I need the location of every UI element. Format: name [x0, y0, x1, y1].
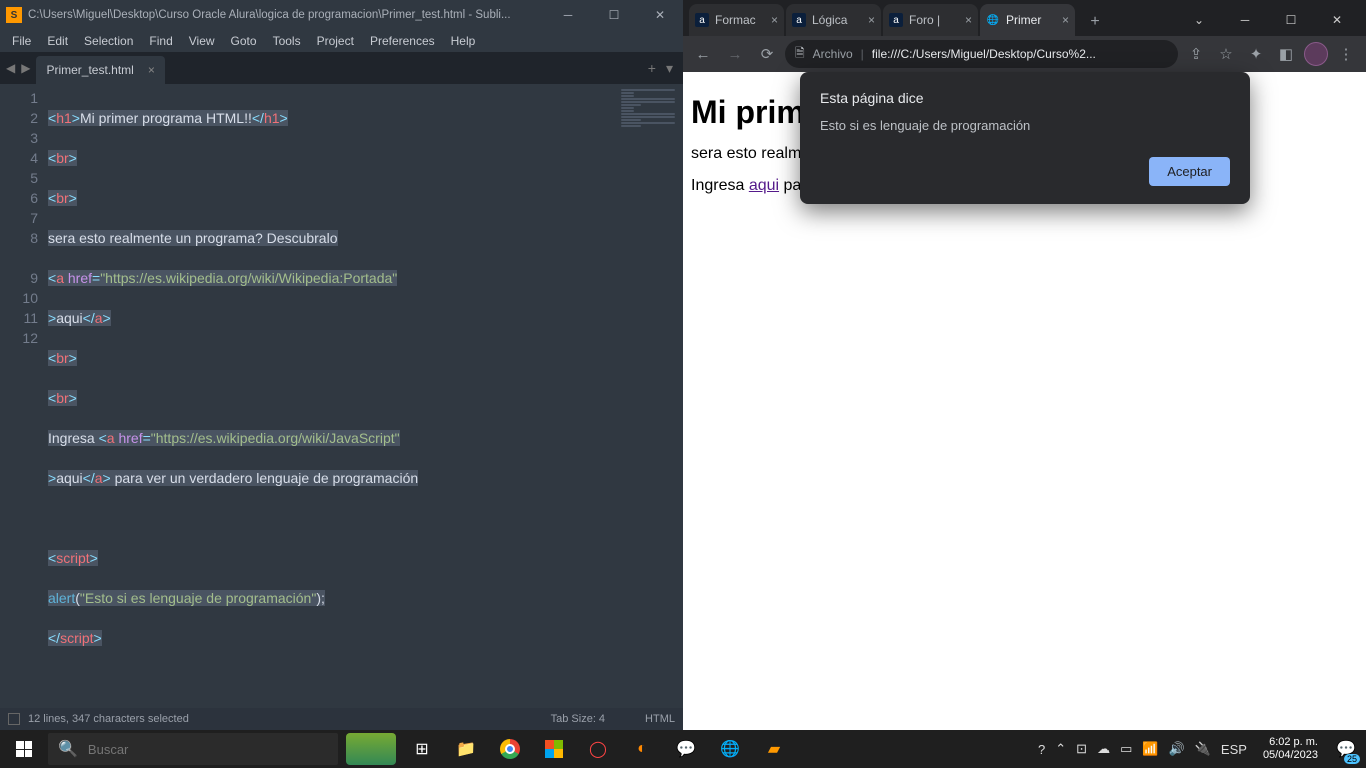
back-button[interactable]: ←	[689, 40, 717, 68]
favicon-alura-icon: a	[792, 13, 806, 27]
menu-edit[interactable]: Edit	[39, 32, 76, 50]
search-input[interactable]	[88, 742, 328, 757]
chrome-tabstrip: aFormac× aLógica× aForo |× 🌐Primer× + ⌄ …	[683, 0, 1366, 36]
volume-icon[interactable]: 🔊	[1169, 741, 1185, 757]
minimize-button[interactable]: ─	[545, 0, 591, 30]
sublime-taskbar-icon[interactable]: ▰	[752, 730, 796, 768]
menu-find[interactable]: Find	[141, 32, 180, 50]
dialog-message: Esto si es lenguaje de programación	[820, 118, 1230, 133]
menu-help[interactable]: Help	[443, 32, 484, 50]
power-icon[interactable]: 🔌	[1195, 741, 1211, 757]
sublime-title-text: C:\Users\Miguel\Desktop\Curso Oracle Alu…	[28, 9, 511, 21]
chrome-toolbar: ← → ⟳ 🗎 Archivo | file:///C:/Users/Migue…	[683, 36, 1366, 72]
meet-now-icon[interactable]: ⊡	[1076, 741, 1087, 757]
language-indicator[interactable]: ESP	[1221, 742, 1247, 757]
taskbar-search[interactable]: 🔍	[48, 733, 338, 765]
sublime-menubar: File Edit Selection Find View Goto Tools…	[0, 30, 683, 52]
status-selection: 12 lines, 347 characters selected	[28, 713, 189, 725]
edge-icon[interactable]: 🌐	[708, 730, 752, 768]
new-tab-button[interactable]: +	[1081, 8, 1109, 36]
opera-icon[interactable]: ◯	[576, 730, 620, 768]
panel-toggle-icon[interactable]	[8, 713, 20, 725]
search-icon: 🔍	[58, 739, 78, 759]
favicon-alura-icon: a	[695, 13, 709, 27]
bookmark-icon[interactable]: ☆	[1212, 40, 1240, 68]
editor-body: 123 456 78 91011 12 <h1>Mi primer progra…	[0, 84, 683, 708]
omnibox-scheme-label: Archivo	[813, 47, 853, 61]
sublime-titlebar[interactable]: S C:\Users\Miguel\Desktop\Curso Oracle A…	[0, 0, 683, 30]
close-tab-icon[interactable]: ×	[868, 13, 875, 27]
tray-icon[interactable]: ▭	[1120, 741, 1132, 757]
menu-icon[interactable]: ⋮	[1332, 40, 1360, 68]
share-icon[interactable]: ⇪	[1182, 40, 1210, 68]
sidepanel-icon[interactable]: ◧	[1272, 40, 1300, 68]
status-tabsize[interactable]: Tab Size: 4	[551, 713, 605, 725]
minimize-button[interactable]: ─	[1222, 4, 1268, 36]
favicon-alura-icon: a	[889, 13, 903, 27]
tab-dropdown-icon[interactable]: ▾	[666, 60, 673, 77]
maximize-button[interactable]: ☐	[1268, 4, 1314, 36]
microsoft-store-icon[interactable]	[532, 730, 576, 768]
dialog-accept-button[interactable]: Aceptar	[1149, 157, 1230, 186]
windows-taskbar: 🔍 ⊞ 📁 ◯ ◐ 💬 🌐 ▰ ? ⌃ ⊡ ☁ ▭ 📶 🔊 🔌 ESP 6:02…	[0, 730, 1366, 768]
taskview-icon[interactable]: ⊞	[400, 730, 444, 768]
profile-avatar[interactable]	[1302, 40, 1330, 68]
menu-project[interactable]: Project	[309, 32, 362, 50]
app-icon[interactable]: ◐	[620, 730, 664, 768]
menu-view[interactable]: View	[181, 32, 223, 50]
system-tray[interactable]: ? ⌃ ⊡ ☁ ▭ 📶 🔊 🔌 ESP	[1030, 741, 1255, 757]
editor-tab[interactable]: Primer_test.html ×	[36, 56, 164, 84]
file-icon: 🗎	[795, 44, 805, 65]
minimap[interactable]	[613, 84, 683, 708]
forward-button[interactable]: →	[721, 40, 749, 68]
taskbar-news-widget[interactable]	[346, 733, 396, 765]
close-tab-icon[interactable]: ×	[771, 13, 778, 27]
extensions-icon[interactable]: ✦	[1242, 40, 1270, 68]
code-editor[interactable]: <h1>Mi primer programa HTML!!</h1> <br> …	[48, 84, 613, 708]
dialog-title: Esta página dice	[820, 90, 1230, 106]
sublime-window: S C:\Users\Miguel\Desktop\Curso Oracle A…	[0, 0, 683, 730]
maximize-button[interactable]: ☐	[591, 0, 637, 30]
line-gutter: 123 456 78 91011 12	[0, 84, 48, 708]
tray-chevron-icon[interactable]: ⌃	[1055, 741, 1066, 757]
new-tab-icon[interactable]: +	[648, 60, 656, 77]
menu-goto[interactable]: Goto	[223, 32, 265, 50]
menu-preferences[interactable]: Preferences	[362, 32, 443, 50]
tab-nav-back-icon[interactable]: ◀	[6, 61, 15, 75]
page-link-aqui-2[interactable]: aqui	[749, 177, 779, 194]
omnibox[interactable]: 🗎 Archivo | file:///C:/Users/Miguel/Desk…	[785, 40, 1178, 68]
browser-tab-active[interactable]: 🌐Primer×	[980, 4, 1075, 36]
menu-file[interactable]: File	[4, 32, 39, 50]
sublime-tabbar: ◀ ▶ Primer_test.html × + ▾	[0, 52, 683, 84]
tabsearch-icon[interactable]: ⌄	[1176, 4, 1222, 36]
sublime-statusbar: 12 lines, 347 characters selected Tab Si…	[0, 708, 683, 730]
chrome-icon[interactable]	[488, 730, 532, 768]
close-tab-icon[interactable]: ×	[965, 13, 972, 27]
wifi-icon[interactable]: 📶	[1142, 741, 1158, 757]
reload-button[interactable]: ⟳	[753, 40, 781, 68]
file-explorer-icon[interactable]: 📁	[444, 730, 488, 768]
start-button[interactable]	[0, 730, 48, 768]
menu-tools[interactable]: Tools	[265, 32, 309, 50]
help-icon[interactable]: ?	[1038, 742, 1045, 757]
js-alert-dialog: Esta página dice Esto si es lenguaje de …	[800, 72, 1250, 204]
close-button[interactable]: ✕	[1314, 4, 1360, 36]
onedrive-icon[interactable]: ☁	[1097, 741, 1110, 757]
teams-icon[interactable]: 💬	[664, 730, 708, 768]
sublime-app-icon: S	[6, 7, 22, 23]
browser-tab[interactable]: aLógica×	[786, 4, 881, 36]
omnibox-url: file:///C:/Users/Miguel/Desktop/Curso%2.…	[872, 47, 1096, 61]
close-tab-icon[interactable]: ×	[148, 63, 155, 77]
close-tab-icon[interactable]: ×	[1062, 13, 1069, 27]
browser-tab[interactable]: aFormac×	[689, 4, 784, 36]
status-language[interactable]: HTML	[645, 713, 675, 725]
tab-nav-fwd-icon[interactable]: ▶	[21, 61, 30, 75]
menu-selection[interactable]: Selection	[76, 32, 141, 50]
editor-tab-label: Primer_test.html	[46, 63, 133, 77]
notification-center-icon[interactable]: 💬25	[1326, 730, 1366, 768]
favicon-globe-icon: 🌐	[986, 13, 1000, 27]
browser-tab[interactable]: aForo |×	[883, 4, 978, 36]
close-button[interactable]: ✕	[637, 0, 683, 30]
taskbar-clock[interactable]: 6:02 p. m. 05/04/2023	[1255, 736, 1326, 762]
